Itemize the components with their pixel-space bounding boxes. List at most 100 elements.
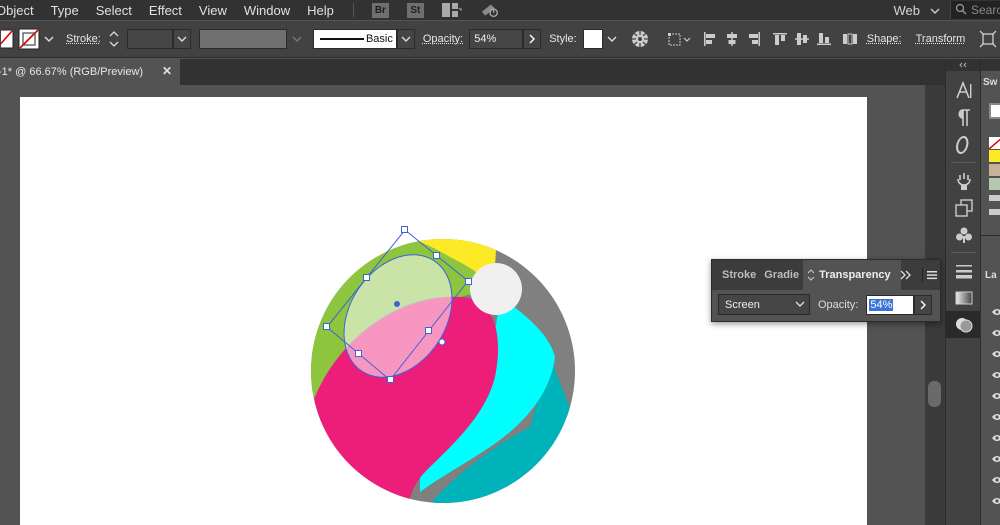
gradient-panel-icon[interactable]: [946, 284, 981, 311]
search-icon: [955, 3, 969, 18]
menu-select[interactable]: Select: [96, 3, 141, 18]
tab-transparency[interactable]: Transparency: [803, 260, 901, 290]
layers-tab[interactable]: La: [985, 270, 997, 281]
eye-icon[interactable]: [992, 473, 1000, 487]
graphic-style-swatch[interactable]: [582, 29, 603, 49]
panel-menu-icon[interactable]: [926, 269, 938, 283]
transform-reference-icon[interactable]: [977, 28, 999, 50]
align-horizontal-center-icon[interactable]: [721, 28, 743, 50]
swatch-yellow[interactable]: [989, 150, 1000, 162]
shape-button[interactable]: Shape:: [867, 33, 902, 45]
transform-button[interactable]: Transform: [916, 33, 966, 45]
align-to-selection-icon[interactable]: [665, 28, 695, 50]
profile-dropdown-icon[interactable]: [287, 29, 307, 49]
symbols-panel-icon[interactable]: [946, 221, 981, 248]
panel-opacity-arrow-button[interactable]: [914, 294, 933, 315]
swatch-none[interactable]: [989, 103, 1000, 119]
opentype-panel-icon[interactable]: [946, 131, 981, 158]
menu-window[interactable]: Window: [244, 3, 299, 18]
swatch-group-folder[interactable]: [989, 209, 1000, 215]
collapse-dock-icon[interactable]: [946, 59, 980, 71]
panel-options-stepper-icon: [807, 269, 815, 281]
menu-type[interactable]: Type: [51, 3, 88, 18]
swatches-tab[interactable]: Sw: [983, 77, 997, 88]
blend-mode-select[interactable]: Screen: [718, 294, 810, 315]
brush-label: Basic: [365, 33, 393, 45]
align-top-icon[interactable]: [769, 28, 791, 50]
document-tab[interactable]: -1* @ 66.67% (RGB/Preview) ✕: [0, 59, 180, 85]
stroke-color-swatch[interactable]: [16, 28, 42, 50]
character-panel-icon[interactable]: [946, 77, 981, 104]
align-right-icon[interactable]: [743, 28, 765, 50]
close-icon[interactable]: ✕: [162, 64, 172, 78]
eye-icon[interactable]: [992, 326, 1000, 340]
selection-center-point: [394, 301, 400, 307]
panel-opacity-input[interactable]: 54%: [866, 294, 915, 315]
brush-dropdown[interactable]: [396, 29, 415, 49]
eye-icon[interactable]: [992, 494, 1000, 508]
paragraph-panel-icon[interactable]: [946, 104, 981, 131]
swatch-group-folder[interactable]: [989, 195, 1000, 201]
opacity-input[interactable]: 54%: [469, 29, 524, 49]
arrange-documents-icon[interactable]: [441, 2, 462, 18]
collapse-panel-icon[interactable]: [900, 269, 912, 283]
artboards-panel-icon[interactable]: [946, 194, 981, 221]
chevron-down-icon: [795, 299, 805, 311]
bridge-button[interactable]: Br: [371, 2, 389, 18]
align-left-icon[interactable]: [699, 28, 721, 50]
recolor-artwork-icon[interactable]: [629, 28, 651, 50]
eye-icon[interactable]: [992, 452, 1000, 466]
opacity-label[interactable]: Opacity:: [423, 33, 463, 45]
style-label: Style:: [549, 33, 577, 45]
transparency-panel: Stroke Gradie Transparency Screen Opacit…: [711, 259, 941, 322]
search-help-field[interactable]: Search: [950, 1, 1000, 19]
tab-gradient[interactable]: Gradie: [760, 260, 803, 290]
menu-object[interactable]: Object: [0, 3, 43, 18]
document-tab-title: -1* @ 66.67% (RGB/Preview): [0, 66, 144, 78]
panel-opacity-value: 54%: [869, 298, 894, 311]
stroke-weight-input[interactable]: [126, 29, 173, 49]
align-vertical-center-icon[interactable]: [791, 28, 813, 50]
fill-color-icon[interactable]: [0, 28, 16, 50]
transparency-panel-icon[interactable]: [946, 311, 981, 338]
eye-icon[interactable]: [992, 347, 1000, 361]
opacity-arrow-button[interactable]: [523, 29, 542, 49]
panel-divider: [981, 235, 1000, 236]
stroke-panel-icon[interactable]: [946, 257, 981, 284]
puppet-warp-icon[interactable]: [946, 167, 981, 194]
stock-button[interactable]: St: [406, 2, 424, 18]
brush-definition[interactable]: Basic: [312, 29, 397, 49]
distribute-icon[interactable]: [839, 28, 861, 50]
menu-help[interactable]: Help: [307, 3, 343, 18]
menu-bar: Object Type Select Effect View Window He…: [0, 0, 1000, 20]
eye-icon[interactable]: [992, 389, 1000, 403]
workspace-switcher[interactable]: Web: [894, 0, 941, 20]
align-bottom-icon[interactable]: [813, 28, 835, 50]
menu-view[interactable]: View: [199, 3, 236, 18]
document-tab-bar: -1* @ 66.67% (RGB/Preview) ✕: [0, 59, 945, 85]
eye-icon[interactable]: [992, 305, 1000, 319]
swatch-pattern[interactable]: [989, 178, 1000, 190]
gpu-performance-icon[interactable]: [480, 2, 500, 18]
stroke-weight-dropdown[interactable]: [172, 29, 191, 49]
ball-cap: [470, 263, 522, 315]
swatch-none-red[interactable]: [989, 137, 1000, 149]
variable-width-profile[interactable]: [198, 29, 287, 49]
swatches-layers-panel: Sw La: [980, 59, 1000, 525]
style-dropdown[interactable]: [603, 29, 621, 49]
panel-opacity-label: Opacity:: [818, 298, 859, 311]
menu-effect[interactable]: Effect: [149, 3, 191, 18]
right-panel-dock: [945, 59, 981, 525]
stroke-label[interactable]: Stroke:: [66, 33, 101, 45]
tab-stroke[interactable]: Stroke: [712, 260, 760, 290]
blend-mode-value: Screen: [725, 298, 760, 311]
stroke-weight-stepper[interactable]: [109, 29, 125, 49]
rotate-handle[interactable]: [438, 338, 446, 346]
search-placeholder: Search: [971, 3, 1000, 17]
eye-icon[interactable]: [992, 431, 1000, 445]
swatch-tan[interactable]: [989, 164, 1000, 176]
chevron-down-icon[interactable]: [42, 29, 56, 49]
eye-icon[interactable]: [992, 410, 1000, 424]
eye-icon[interactable]: [992, 368, 1000, 382]
scrollbar-thumb[interactable]: [928, 381, 941, 407]
